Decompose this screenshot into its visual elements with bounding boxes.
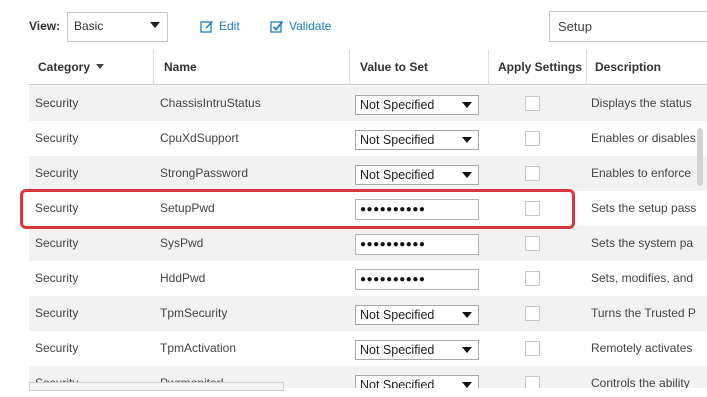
chevron-down-icon [462,312,472,318]
table-row[interactable]: Security StrongPassword Not Specified En… [29,156,707,191]
value-dropdown[interactable]: Not Specified [355,375,479,388]
description-cell: Remotely activates [591,341,693,355]
apply-checkbox[interactable] [525,306,540,321]
table-row[interactable]: Security TpmSecurity Not Specified Turns… [29,296,707,331]
category-cell: Security [35,96,79,110]
vertical-scrollbar-thumb[interactable] [697,128,703,186]
category-cell: Security [35,201,79,215]
table-row[interactable]: Security SetupPwd ●●●●●●●●●● Sets the se… [29,191,707,226]
grid-header: Category Name Value to Set Apply Setting… [29,50,707,85]
name-cell: SetupPwd [160,201,215,215]
column-header-category[interactable]: Category [38,50,153,85]
apply-checkbox[interactable] [525,166,540,181]
dropdown-value: Not Specified [360,133,435,147]
name-cell: TpmSecurity [160,306,228,320]
table-row[interactable]: Security CpuXdSupport Not Specified Enab… [29,121,707,156]
column-header-apply[interactable]: Apply Settings [488,50,586,85]
table-row[interactable]: Security HddPwd ●●●●●●●●●● Sets, modifie… [29,261,707,296]
name-cell: ChassisIntruStatus [160,96,261,110]
edit-label: Edit [219,19,240,33]
apply-checkbox[interactable] [525,236,540,251]
column-label: Value to Set [360,60,429,74]
value-dropdown[interactable]: Not Specified [355,305,479,325]
value-dropdown[interactable]: Not Specified [355,95,479,115]
chevron-down-icon [462,172,472,178]
search-input[interactable]: Setup [549,11,707,42]
search-value: Setup [558,19,592,34]
dropdown-value: Not Specified [360,343,435,357]
validate-button[interactable]: Validate [270,19,331,33]
validate-icon [270,20,284,33]
password-field[interactable]: ●●●●●●●●●● [355,199,479,220]
apply-checkbox[interactable] [525,341,540,356]
chevron-down-icon [150,22,160,28]
dropdown-value: Not Specified [360,168,435,182]
description-cell: Sets the system pa [591,236,694,250]
name-cell: CpuXdSupport [160,131,239,145]
apply-checkbox[interactable] [525,131,540,146]
value-dropdown[interactable]: Not Specified [355,165,479,185]
category-cell: Security [35,341,79,355]
toolbar: View: Basic Edit Validate Setup [0,0,707,54]
category-cell: Security [35,131,79,145]
view-label: View: [29,19,61,33]
name-cell: StrongPassword [160,166,249,180]
table-row[interactable]: Security SysPwd ●●●●●●●●●● Sets the syst… [29,226,707,261]
column-header-name[interactable]: Name [153,50,349,85]
table-row[interactable]: Security TpmActivation Not Specified Rem… [29,331,707,366]
sort-desc-icon [96,64,105,69]
value-dropdown[interactable]: Not Specified [355,340,479,360]
name-cell: HddPwd [160,271,206,285]
edit-icon [200,21,213,33]
view-select-value: Basic [74,19,104,33]
description-cell: Controls the ability [591,376,690,388]
column-label: Description [595,60,662,74]
category-cell: Security [35,306,79,320]
description-cell: Sets the setup pass [591,201,697,215]
view-select[interactable]: Basic [67,12,168,42]
edit-button[interactable]: Edit [200,19,240,33]
apply-checkbox[interactable] [525,376,540,388]
horizontal-scrollbar[interactable] [29,382,284,391]
apply-checkbox[interactable] [525,201,540,216]
description-cell: Turns the Trusted P [591,306,696,320]
description-cell: Enables to enforce [591,166,692,180]
description-cell: Enables or disables [591,131,696,145]
value-dropdown[interactable]: Not Specified [355,130,479,150]
settings-grid: Category Name Value to Set Apply Setting… [29,50,707,388]
description-cell: Sets, modifies, and [591,271,694,285]
name-cell: TpmActivation [160,341,237,355]
column-label: Name [164,60,197,74]
category-cell: Security [35,271,79,285]
column-header-description[interactable]: Description [586,50,707,85]
chevron-down-icon [462,137,472,143]
chevron-down-icon [462,382,472,388]
category-cell: Security [35,166,79,180]
chevron-down-icon [462,347,472,353]
name-cell: SysPwd [160,236,204,250]
password-field[interactable]: ●●●●●●●●●● [355,269,479,290]
column-label: Apply Settings [498,60,583,74]
password-field[interactable]: ●●●●●●●●●● [355,234,479,255]
category-cell: Security [35,236,79,250]
description-cell: Displays the status [591,96,692,110]
apply-checkbox[interactable] [525,96,540,111]
dropdown-value: Not Specified [360,308,435,322]
column-header-value[interactable]: Value to Set [349,50,488,85]
apply-checkbox[interactable] [525,271,540,286]
column-label: Category [38,60,91,74]
table-row[interactable]: Security ChassisIntruStatus Not Specifie… [29,86,707,121]
chevron-down-icon [462,102,472,108]
validate-label: Validate [289,19,332,33]
dropdown-value: Not Specified [360,378,435,388]
dropdown-value: Not Specified [360,98,435,112]
